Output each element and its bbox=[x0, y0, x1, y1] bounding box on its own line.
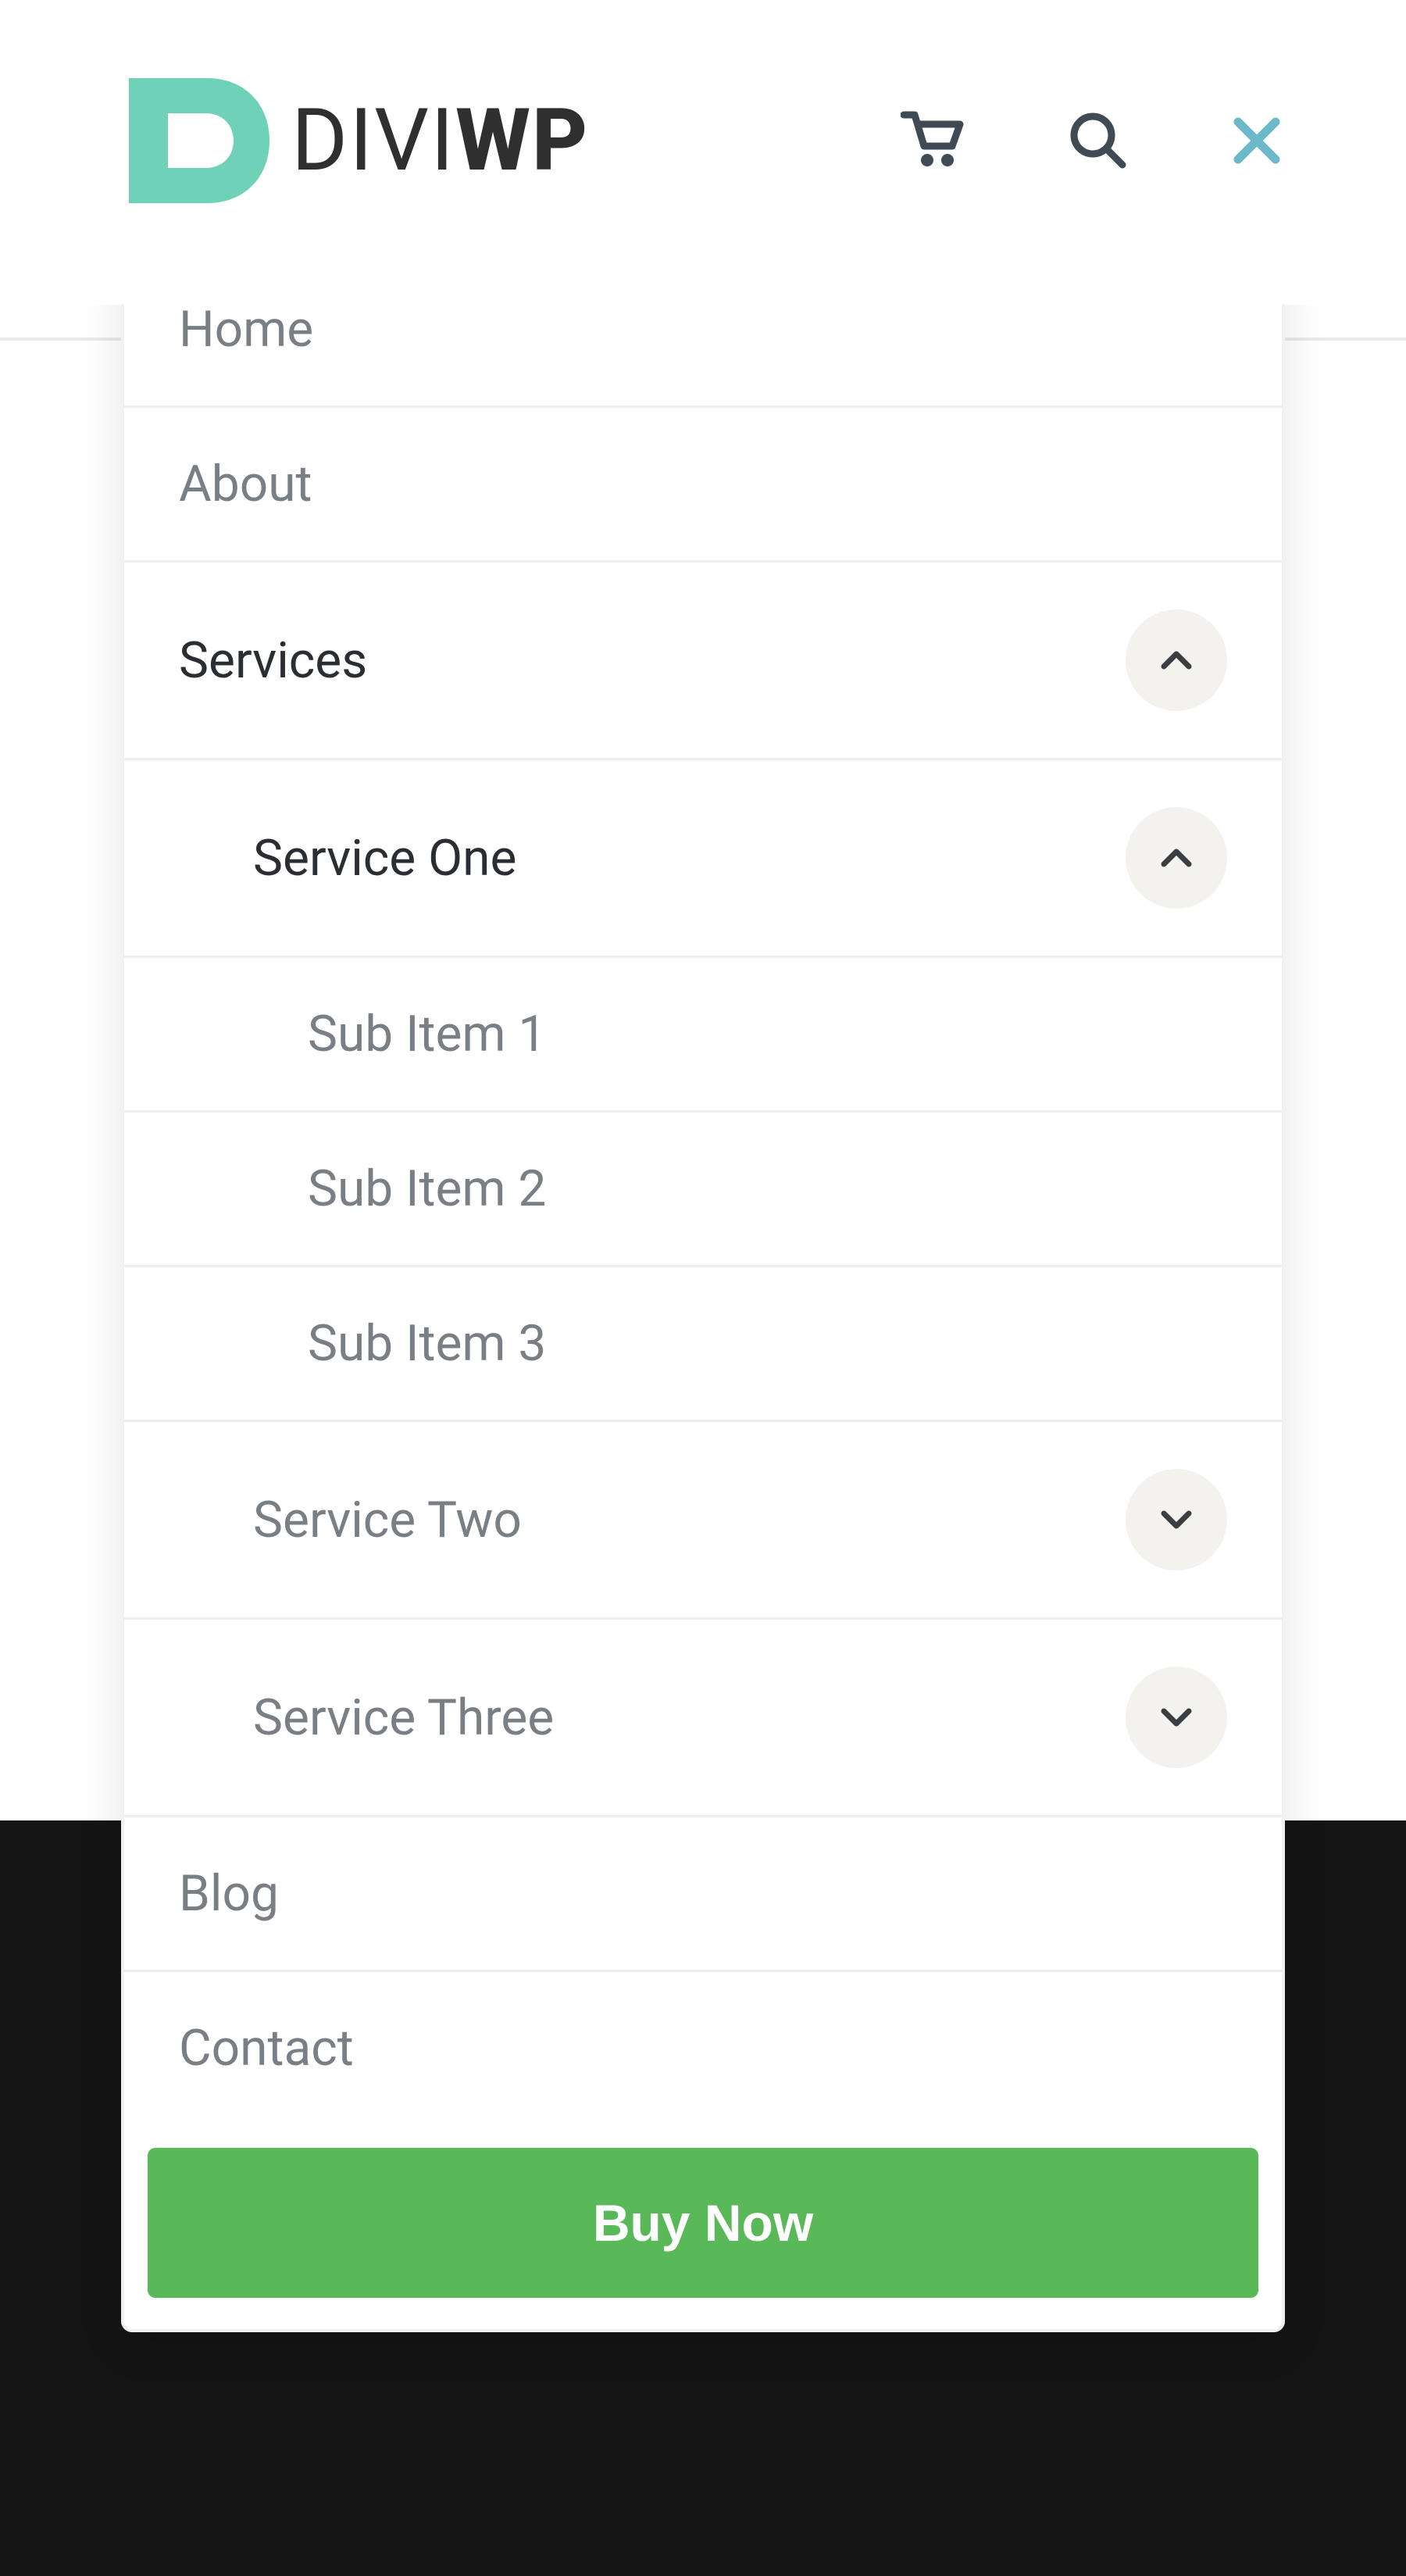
menu-item-about[interactable]: About bbox=[124, 408, 1282, 563]
header-icons bbox=[901, 110, 1285, 171]
buy-now-label: Buy Now bbox=[593, 2194, 813, 2252]
submenu-services: Service One Sub Item 1 bbox=[124, 760, 1282, 1817]
chevron-up-icon bbox=[1159, 847, 1194, 869]
chevron-up-icon bbox=[1159, 649, 1194, 671]
menu-item-label: Service One bbox=[253, 829, 1126, 888]
search-icon bbox=[1066, 110, 1127, 171]
menu-list: Home About Services Service One bbox=[124, 253, 1282, 2124]
logo-text-bold: WP bbox=[455, 90, 589, 191]
menu-item-service-two[interactable]: Service Two bbox=[124, 1422, 1282, 1620]
collapse-toggle[interactable] bbox=[1126, 609, 1227, 711]
menu-item-sub-2[interactable]: Sub Item 2 bbox=[124, 1113, 1282, 1267]
menu-item-label: Service Three bbox=[253, 1688, 1126, 1747]
cart-button[interactable] bbox=[901, 110, 965, 171]
menu-item-label: Contact bbox=[179, 2019, 1227, 2078]
subsubmenu-service-one: Sub Item 1 Sub Item 2 Sub Item 3 bbox=[124, 956, 1282, 1422]
menu-item-label: Sub Item 2 bbox=[308, 1159, 1227, 1218]
search-button[interactable] bbox=[1066, 110, 1127, 171]
chevron-down-icon bbox=[1159, 1509, 1194, 1531]
menu-item-label: Blog bbox=[179, 1864, 1227, 1923]
menu-item-label: Service Two bbox=[253, 1491, 1126, 1549]
menu-item-service-three[interactable]: Service Three bbox=[124, 1620, 1282, 1817]
menu-item-label: About bbox=[179, 455, 1227, 513]
menu-item-label: Services bbox=[179, 631, 1126, 690]
logo-text-thin: DIVI bbox=[291, 90, 455, 191]
site-header: DIVIWP bbox=[0, 0, 1406, 305]
menu-item-sub-1[interactable]: Sub Item 1 bbox=[124, 956, 1282, 1113]
menu-item-label: Home bbox=[179, 300, 1227, 359]
menu-item-blog[interactable]: Blog bbox=[124, 1817, 1282, 1972]
chevron-down-icon bbox=[1159, 1706, 1194, 1728]
mobile-menu-panel: Home About Services Service One bbox=[121, 250, 1285, 2332]
logo-text: DIVIWP bbox=[291, 98, 589, 184]
cart-icon bbox=[901, 110, 965, 171]
expand-toggle[interactable] bbox=[1126, 1469, 1227, 1570]
logo-mark-icon bbox=[121, 70, 277, 211]
menu-item-service-one[interactable]: Service One bbox=[124, 760, 1282, 956]
menu-item-services[interactable]: Services bbox=[124, 563, 1282, 760]
close-menu-button[interactable] bbox=[1229, 113, 1285, 169]
buy-now-button[interactable]: Buy Now bbox=[148, 2148, 1258, 2298]
site-logo[interactable]: DIVIWP bbox=[121, 70, 589, 211]
menu-item-sub-3[interactable]: Sub Item 3 bbox=[124, 1267, 1282, 1422]
menu-item-label: Sub Item 1 bbox=[308, 1005, 1227, 1063]
menu-item-label: Sub Item 3 bbox=[308, 1314, 1227, 1373]
collapse-toggle[interactable] bbox=[1126, 807, 1227, 909]
page: DIVIWP bbox=[0, 0, 1406, 305]
menu-item-contact[interactable]: Contact bbox=[124, 1972, 1282, 2124]
expand-toggle[interactable] bbox=[1126, 1667, 1227, 1768]
close-icon bbox=[1229, 113, 1285, 169]
